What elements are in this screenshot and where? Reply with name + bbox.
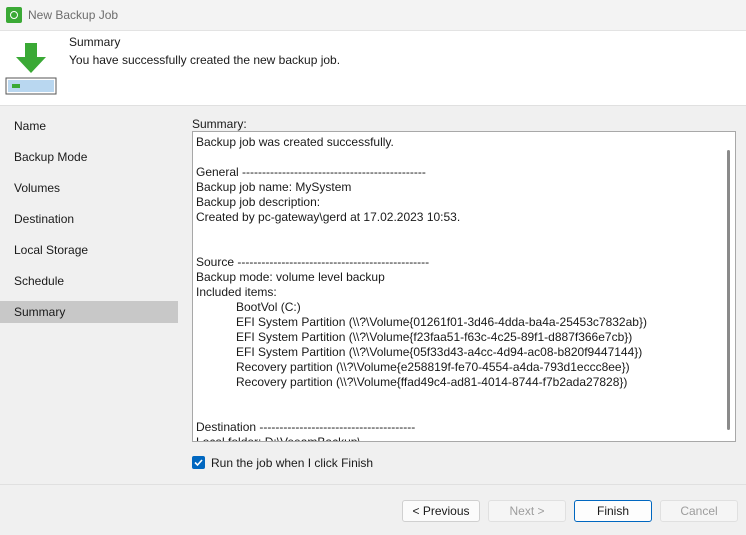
wizard-steps-sidebar: Name Backup Mode Volumes Destination Loc… bbox=[0, 106, 178, 484]
sidebar-item-summary[interactable]: Summary bbox=[0, 301, 178, 323]
footer-divider bbox=[0, 484, 746, 485]
veeam-gear-icon bbox=[6, 7, 22, 23]
finish-button[interactable]: Finish bbox=[574, 500, 652, 522]
title-bar: New Backup Job bbox=[0, 0, 746, 31]
sidebar-item-schedule[interactable]: Schedule bbox=[0, 270, 178, 292]
sidebar-item-backup-mode[interactable]: Backup Mode bbox=[0, 146, 178, 168]
sidebar-item-destination[interactable]: Destination bbox=[0, 208, 178, 230]
window-title: New Backup Job bbox=[28, 8, 119, 22]
summary-text: Backup job was created successfully. Gen… bbox=[196, 135, 647, 442]
cancel-button[interactable]: Cancel bbox=[660, 500, 738, 522]
wizard-header: Summary You have successfully created th… bbox=[0, 31, 746, 105]
sidebar-item-local-storage[interactable]: Local Storage bbox=[0, 239, 178, 261]
summary-textbox[interactable]: Backup job was created successfully. Gen… bbox=[192, 131, 736, 442]
sidebar-item-volumes[interactable]: Volumes bbox=[0, 177, 178, 199]
summary-scrollbar[interactable] bbox=[723, 132, 735, 441]
next-button[interactable]: Next > bbox=[488, 500, 566, 522]
scrollbar-thumb[interactable] bbox=[727, 150, 730, 430]
page-title: Summary bbox=[69, 35, 121, 49]
summary-label: Summary: bbox=[192, 117, 247, 131]
checkmark-icon bbox=[194, 459, 203, 467]
run-on-finish-checkbox[interactable] bbox=[192, 456, 205, 469]
previous-button[interactable]: < Previous bbox=[402, 500, 480, 522]
run-on-finish-label[interactable]: Run the job when I click Finish bbox=[211, 456, 373, 470]
download-arrow-drive-icon bbox=[5, 43, 57, 95]
sidebar-item-name[interactable]: Name bbox=[0, 115, 178, 137]
page-subtitle: You have successfully created the new ba… bbox=[69, 53, 341, 67]
